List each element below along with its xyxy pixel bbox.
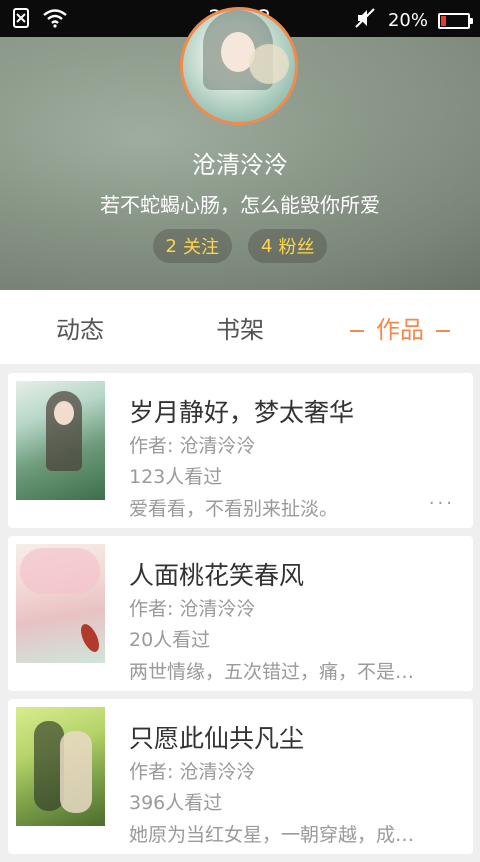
work-card[interactable]: 人面桃花笑春风 作者: 沧清泠泠 20人看过 两世情缘，五次错过，痛，不是… [8, 536, 473, 691]
profile-stats: 2 关注 4 粉丝 [0, 229, 480, 263]
work-description: 两世情缘，五次错过，痛，不是… [129, 661, 415, 683]
mute-icon [354, 7, 378, 34]
work-title: 只愿此仙共凡尘 [129, 724, 305, 753]
tab-bookshelf[interactable]: 书架 [160, 290, 320, 364]
profile-name: 沧清泠泠 [192, 151, 288, 179]
status-right: 20% [354, 7, 473, 34]
work-author: 作者: 沧清泠泠 [129, 435, 256, 457]
avatar[interactable] [180, 7, 298, 125]
work-author: 作者: 沧清泠泠 [129, 761, 256, 783]
battery-percent: 20% [387, 10, 428, 31]
followers-count: 4 [261, 235, 273, 257]
book-cover[interactable] [16, 707, 105, 826]
followers-pill[interactable]: 4 粉丝 [248, 229, 328, 263]
followers-label: 粉丝 [278, 237, 315, 258]
cover-art-leaf [77, 621, 103, 655]
cover-art-face [54, 401, 74, 425]
tab-active-marker-left [350, 330, 364, 332]
tab-active-marker-right [436, 330, 450, 332]
works-list: 岁月静好，梦太奢华 作者: 沧清泠泠 123人看过 爱看看，不看别来扯淡。 ··… [8, 373, 473, 862]
tab-dynamics[interactable]: 动态 [0, 290, 160, 364]
cover-art-figure [60, 731, 92, 813]
tab-works-label: 作品 [376, 316, 424, 344]
following-count: 2 [165, 235, 177, 257]
work-description: 爱看看，不看别来扯淡。 [129, 498, 339, 520]
more-icon[interactable]: ··· [429, 493, 455, 514]
work-card[interactable]: 岁月静好，梦太奢华 作者: 沧清泠泠 123人看过 爱看看，不看别来扯淡。 ··… [8, 373, 473, 528]
work-card[interactable]: 只愿此仙共凡尘 作者: 沧清泠泠 396人看过 她原为当红女星，一朝穿越，成… [8, 699, 473, 854]
profile-motto: 若不蛇蝎心肠，怎么能毁你所爱 [100, 193, 380, 217]
work-views: 396人看过 [129, 792, 223, 814]
work-author: 作者: 沧清泠泠 [129, 598, 256, 620]
work-title: 岁月静好，梦太奢华 [129, 398, 355, 427]
work-views: 20人看过 [129, 629, 211, 651]
tab-works[interactable]: 作品 [320, 290, 480, 364]
battery-icon [438, 12, 473, 29]
work-views: 123人看过 [129, 466, 223, 488]
cover-art [20, 548, 100, 594]
profile-header: 沧清泠泠 若不蛇蝎心肠，怎么能毁你所爱 2 关注 4 粉丝 [0, 7, 480, 290]
book-cover[interactable] [16, 544, 105, 663]
work-title: 人面桃花笑春风 [129, 561, 305, 590]
book-cover[interactable] [16, 381, 105, 500]
avatar-fan [249, 44, 289, 84]
profile-tabs: 动态 书架 作品 [0, 290, 480, 364]
following-label: 关注 [183, 237, 219, 258]
battery-level [441, 15, 446, 26]
following-pill[interactable]: 2 关注 [152, 229, 232, 263]
work-description: 她原为当红女星，一朝穿越，成… [129, 824, 415, 846]
